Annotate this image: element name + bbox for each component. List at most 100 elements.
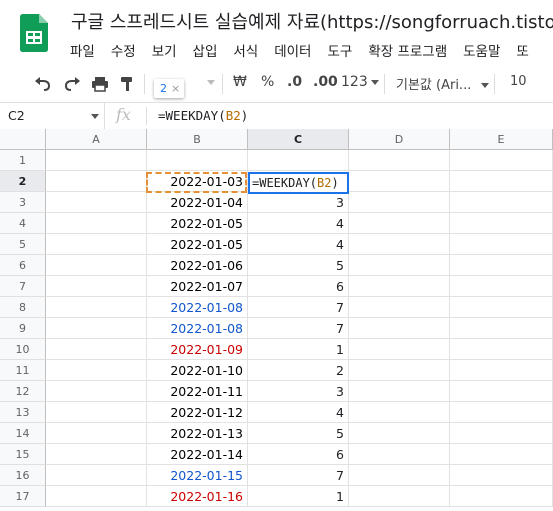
redo-icon[interactable] xyxy=(63,76,81,92)
row-header[interactable]: 11 xyxy=(0,360,46,381)
date-cell[interactable]: 2022-01-08 xyxy=(147,318,248,339)
weekday-cell[interactable]: 7 xyxy=(248,318,349,339)
empty-cell[interactable] xyxy=(450,381,553,402)
font-family-dropdown[interactable]: 기본값 (Ari... xyxy=(396,74,490,93)
date-cell[interactable]: 2022-01-16 xyxy=(147,486,248,507)
empty-cell[interactable] xyxy=(450,276,553,297)
date-cell[interactable]: 2022-01-11 xyxy=(147,381,248,402)
formula-input[interactable]: =WEEKDAY(B2) xyxy=(158,108,248,123)
decrease-decimal-button[interactable]: .0 xyxy=(287,74,302,90)
row-header[interactable]: 6 xyxy=(0,255,46,276)
empty-cell[interactable] xyxy=(349,402,450,423)
empty-cell[interactable] xyxy=(46,423,147,444)
row-header[interactable]: 17 xyxy=(0,486,46,507)
empty-cell[interactable] xyxy=(450,465,553,486)
empty-cell[interactable] xyxy=(349,150,450,171)
menu-view[interactable]: 보기 xyxy=(152,40,177,60)
name-box[interactable]: C2 xyxy=(0,103,105,129)
empty-cell[interactable] xyxy=(450,402,553,423)
empty-cell[interactable] xyxy=(450,192,553,213)
empty-cell[interactable] xyxy=(450,150,553,171)
menu-data[interactable]: 데이터 xyxy=(274,40,311,60)
date-cell[interactable]: 2022-01-05 xyxy=(147,234,248,255)
weekday-cell[interactable]: 7 xyxy=(248,465,349,486)
weekday-cell[interactable]: 4 xyxy=(248,234,349,255)
date-cell[interactable]: 2022-01-04 xyxy=(147,192,248,213)
menu-tools[interactable]: 도구 xyxy=(327,40,352,60)
empty-cell[interactable] xyxy=(349,339,450,360)
empty-cell[interactable] xyxy=(349,276,450,297)
date-cell[interactable] xyxy=(147,150,248,171)
weekday-cell[interactable]: 6 xyxy=(248,276,349,297)
row-header[interactable]: 16 xyxy=(0,465,46,486)
menu-file[interactable]: 파일 xyxy=(70,40,95,60)
empty-cell[interactable] xyxy=(46,444,147,465)
empty-cell[interactable] xyxy=(450,360,553,381)
date-cell[interactable]: 2022-01-07 xyxy=(147,276,248,297)
empty-cell[interactable] xyxy=(349,297,450,318)
weekday-cell[interactable]: 6 xyxy=(248,444,349,465)
print-icon[interactable] xyxy=(91,76,109,92)
weekday-cell[interactable]: 4 xyxy=(248,402,349,423)
empty-cell[interactable] xyxy=(46,318,147,339)
weekday-cell[interactable]: 3 xyxy=(248,381,349,402)
row-header[interactable]: 9 xyxy=(0,318,46,339)
row-header[interactable]: 12 xyxy=(0,381,46,402)
row-header[interactable]: 14 xyxy=(0,423,46,444)
font-size-input[interactable]: 10 xyxy=(510,74,527,89)
empty-cell[interactable] xyxy=(349,486,450,507)
row-header[interactable]: 5 xyxy=(0,234,46,255)
empty-cell[interactable] xyxy=(46,171,147,192)
paint-format-icon[interactable] xyxy=(120,76,134,92)
empty-cell[interactable] xyxy=(349,192,450,213)
date-cell[interactable]: 2022-01-15 xyxy=(147,465,248,486)
more-formats-button[interactable]: 123 xyxy=(341,74,379,90)
empty-cell[interactable] xyxy=(349,255,450,276)
column-header-e[interactable]: E xyxy=(450,129,553,150)
weekday-cell[interactable] xyxy=(248,150,349,171)
column-header-c[interactable]: C xyxy=(248,129,349,150)
menu-more[interactable]: 또 xyxy=(516,40,528,60)
weekday-cell[interactable]: 3 xyxy=(248,192,349,213)
date-cell[interactable]: 2022-01-05 xyxy=(147,213,248,234)
menu-edit[interactable]: 수정 xyxy=(111,40,136,60)
date-cell[interactable]: 2022-01-14 xyxy=(147,444,248,465)
date-cell[interactable]: 2022-01-03 xyxy=(147,171,248,192)
empty-cell[interactable] xyxy=(450,486,553,507)
empty-cell[interactable] xyxy=(46,486,147,507)
zoom-dropdown-icon[interactable] xyxy=(204,74,215,90)
empty-cell[interactable] xyxy=(450,297,553,318)
empty-cell[interactable] xyxy=(450,255,553,276)
menu-help[interactable]: 도움말 xyxy=(463,40,500,60)
select-all-corner[interactable] xyxy=(0,129,46,150)
empty-cell[interactable] xyxy=(349,234,450,255)
weekday-cell[interactable]: 4 xyxy=(248,213,349,234)
empty-cell[interactable] xyxy=(450,171,553,192)
date-cell[interactable]: 2022-01-12 xyxy=(147,402,248,423)
increase-decimal-button[interactable]: .00 xyxy=(313,74,338,90)
empty-cell[interactable] xyxy=(46,297,147,318)
empty-cell[interactable] xyxy=(450,339,553,360)
empty-cell[interactable] xyxy=(46,339,147,360)
menu-insert[interactable]: 삽입 xyxy=(193,40,218,60)
empty-cell[interactable] xyxy=(46,234,147,255)
row-header[interactable]: 15 xyxy=(0,444,46,465)
column-header-a[interactable]: A xyxy=(46,129,147,150)
empty-cell[interactable] xyxy=(450,423,553,444)
row-header[interactable]: 3 xyxy=(0,192,46,213)
empty-cell[interactable] xyxy=(349,171,450,192)
empty-cell[interactable] xyxy=(349,213,450,234)
date-cell[interactable]: 2022-01-13 xyxy=(147,423,248,444)
date-cell[interactable]: 2022-01-10 xyxy=(147,360,248,381)
empty-cell[interactable] xyxy=(349,381,450,402)
weekday-cell[interactable]: 1 xyxy=(248,339,349,360)
empty-cell[interactable] xyxy=(349,360,450,381)
weekday-cell[interactable]: 2 xyxy=(248,360,349,381)
google-sheets-icon[interactable] xyxy=(20,14,48,52)
empty-cell[interactable] xyxy=(46,150,147,171)
weekday-cell[interactable]: 1 xyxy=(248,486,349,507)
menu-format[interactable]: 서식 xyxy=(233,40,258,60)
row-header[interactable]: 13 xyxy=(0,402,46,423)
date-cell[interactable]: 2022-01-09 xyxy=(147,339,248,360)
empty-cell[interactable] xyxy=(450,213,553,234)
